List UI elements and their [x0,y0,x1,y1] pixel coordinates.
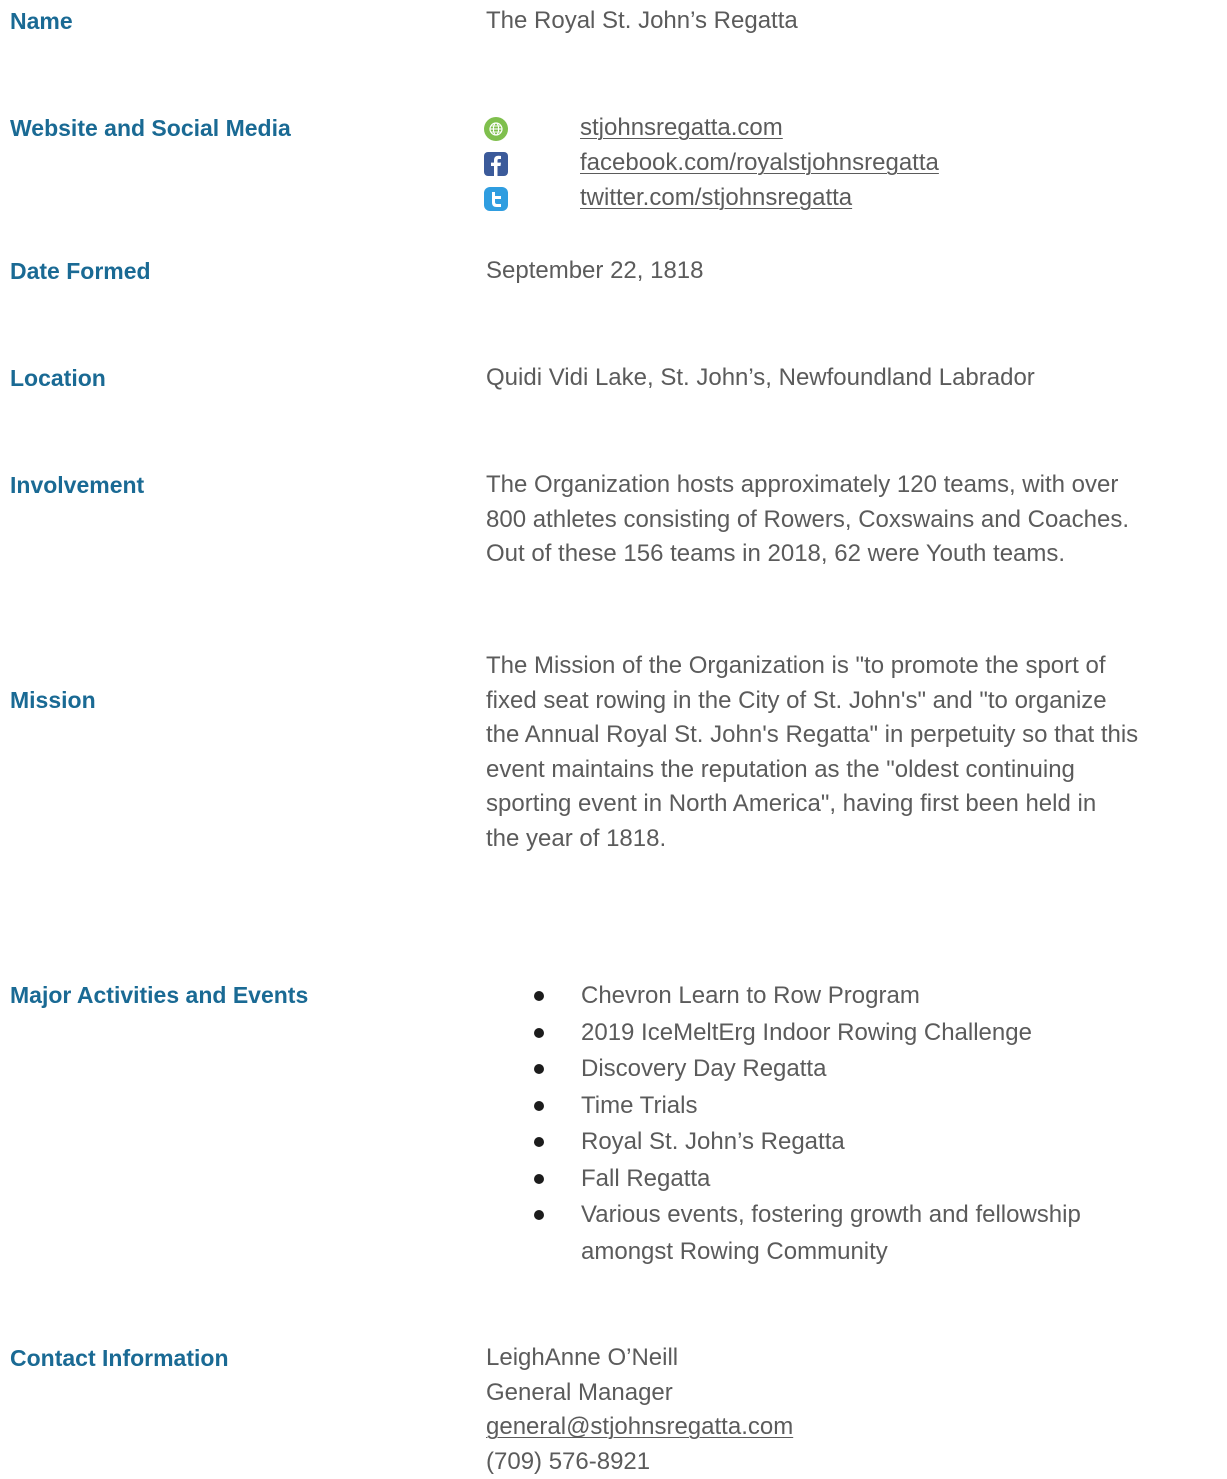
date-formed-label: Date Formed [10,254,151,288]
mission-text: The Mission of the Organization is "to p… [486,649,1224,856]
involvement-line: The Organization hosts approximately 120… [486,468,1224,503]
facebook-row: facebook.com/royalstjohnsregatta [486,146,1224,181]
mission-line: the year of 1818. [486,822,1224,857]
twitter-link[interactable]: twitter.com/stjohnsregatta [580,181,852,216]
bullet-icon [534,1101,544,1111]
globe-icon [484,117,508,141]
twitter-row: twitter.com/stjohnsregatta [486,181,1224,216]
list-item: Various events, fostering growth and fel… [534,1197,1194,1270]
facebook-icon [484,152,508,176]
involvement-line: 800 athletes consisting of Rowers, Coxsw… [486,503,1224,538]
web-label: Website and Social Media [10,111,291,145]
mission-line: fixed seat rowing in the City of St. Joh… [486,684,1224,719]
activities-list: Chevron Learn to Row Program 2019 IceMel… [534,978,1194,1270]
name-label: Name [10,4,73,38]
mission-line: The Mission of the Organization is "to p… [486,649,1224,684]
website-link[interactable]: stjohnsregatta.com [580,111,783,146]
regatta-profile-page: Name The Royal St. John’s Regatta Websit… [0,0,1227,1475]
list-item: Royal St. John’s Regatta [534,1124,1194,1161]
date-formed-value: September 22, 1818 [486,254,1224,289]
bullet-icon [534,1028,544,1038]
twitter-icon [484,187,508,211]
involvement-text: The Organization hosts approximately 120… [486,468,1224,572]
bullet-icon [534,1174,544,1184]
location-label: Location [10,361,106,395]
contact-label: Contact Information [10,1341,229,1375]
mission-line: the Annual Royal St. John's Regatta" in … [486,718,1224,753]
list-item: Fall Regatta [534,1161,1194,1198]
facebook-link[interactable]: facebook.com/royalstjohnsregatta [580,146,939,181]
list-item: Discovery Day Regatta [534,1051,1194,1088]
list-item: Chevron Learn to Row Program [534,978,1194,1015]
mission-line: sporting event in North America", having… [486,787,1224,822]
website-row: stjohnsregatta.com [486,111,1224,146]
name-value: The Royal St. John’s Regatta [486,4,1224,39]
contact-block: LeighAnne O’Neill General Manager genera… [486,1341,1224,1479]
contact-name: LeighAnne O’Neill [486,1341,1224,1376]
bullet-icon [534,991,544,1001]
contact-title: General Manager [486,1376,1224,1411]
contact-phone: (709) 576-8921 [486,1445,1224,1479]
list-item: 2019 IceMeltErg Indoor Rowing Challenge [534,1015,1194,1052]
social-links: stjohnsregatta.com facebook.com/royalstj… [486,111,1224,216]
involvement-line: Out of these 156 teams in 2018, 62 were … [486,537,1224,572]
mission-label: Mission [10,683,96,717]
bullet-icon [534,1210,544,1220]
mission-line: event maintains the reputation as the "o… [486,753,1224,788]
contact-email-link[interactable]: general@stjohnsregatta.com [486,1413,793,1440]
bullet-icon [534,1064,544,1074]
activities-label: Major Activities and Events [10,978,308,1012]
location-value: Quidi Vidi Lake, St. John’s, Newfoundlan… [486,361,1224,396]
list-item: Time Trials [534,1088,1194,1125]
involvement-label: Involvement [10,468,144,502]
bullet-icon [534,1137,544,1147]
